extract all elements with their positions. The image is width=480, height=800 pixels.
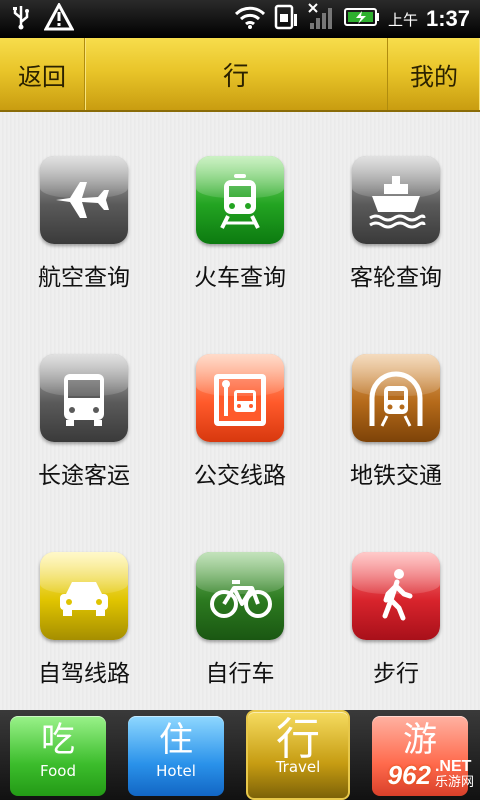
- watermark-logo: 962: [387, 759, 431, 790]
- grid-item-label: 地铁交通: [350, 463, 442, 489]
- ship-icon: [352, 156, 440, 244]
- tab-label-cn: 吃: [41, 720, 75, 760]
- wifi-icon: [234, 5, 266, 33]
- grid-item-bus[interactable]: 公交线路: [162, 354, 318, 490]
- grid-item-air[interactable]: 航空查询: [6, 156, 162, 292]
- title-bar: 返回 行 我的: [0, 38, 480, 112]
- car-icon: [40, 552, 128, 640]
- tab-label-en: Hotel: [156, 762, 196, 780]
- sim-icon: [274, 4, 300, 34]
- status-ampm: 上午: [387, 10, 418, 29]
- bottom-tab-bar: 吃 Food 住 Hotel 行 Travel 游 962 .NET 乐游网: [0, 710, 480, 800]
- bicycle-icon: [196, 552, 284, 640]
- grid-item-train[interactable]: 火车查询: [162, 156, 318, 292]
- status-bar: 上午 1:37: [0, 0, 480, 38]
- grid-item-bicycle[interactable]: 自行车: [162, 552, 318, 688]
- tab-label-cn: 住: [159, 720, 193, 760]
- battery-charging-icon: [343, 7, 380, 31]
- walking-icon: [352, 552, 440, 640]
- tab-label-en: Food: [40, 762, 76, 780]
- usb-icon: [12, 4, 30, 34]
- train-icon: [196, 156, 284, 244]
- subway-icon: [352, 354, 440, 442]
- travel-grid: 航空查询 火车查询 客轮查询 长途客运 公交线路 地铁交通 自驾线路 自行车 步…: [0, 112, 480, 710]
- tab-hotel[interactable]: 住 Hotel: [128, 716, 224, 796]
- grid-item-label: 客轮查询: [350, 265, 442, 291]
- warning-icon: [43, 1, 75, 35]
- page-title: 行: [222, 61, 249, 92]
- watermark: 962 .NET 乐游网: [388, 754, 474, 796]
- grid-item-label: 自驾线路: [38, 661, 130, 687]
- watermark-site: 乐游网: [434, 775, 474, 790]
- signal-icon: [308, 3, 336, 35]
- tab-label-cn: 行: [276, 714, 320, 765]
- bus-icon: [40, 354, 128, 442]
- tab-travel[interactable]: 行 Travel: [246, 710, 350, 800]
- airplane-icon: [40, 156, 128, 244]
- mine-button[interactable]: 我的: [387, 38, 480, 110]
- status-time: 1:37: [425, 6, 470, 31]
- grid-item-label: 步行: [373, 661, 419, 687]
- bus-stop-icon: [196, 354, 284, 442]
- grid-item-drive[interactable]: 自驾线路: [6, 552, 162, 688]
- tab-label-en: Travel: [275, 758, 321, 776]
- grid-item-label: 自行车: [205, 661, 275, 687]
- grid-item-label: 公交线路: [194, 463, 286, 489]
- tab-food[interactable]: 吃 Food: [10, 716, 106, 796]
- grid-item-label: 长途客运: [38, 463, 130, 489]
- grid-item-label: 航空查询: [38, 265, 130, 291]
- grid-item-label: 火车查询: [194, 265, 286, 291]
- watermark-net: .NET: [434, 758, 472, 775]
- back-button[interactable]: 返回: [0, 38, 85, 110]
- grid-item-subway[interactable]: 地铁交通: [318, 354, 474, 490]
- grid-item-walk[interactable]: 步行: [318, 552, 474, 688]
- grid-item-coach[interactable]: 长途客运: [6, 354, 162, 490]
- grid-item-ship[interactable]: 客轮查询: [318, 156, 474, 292]
